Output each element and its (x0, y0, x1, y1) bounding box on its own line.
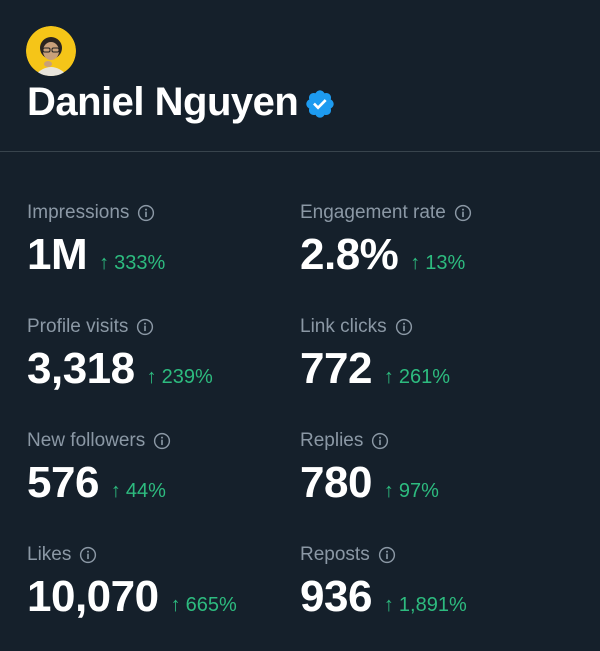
metric-change: ↑ 13% (410, 252, 465, 275)
metric-change: ↑ 239% (147, 366, 213, 389)
arrow-up-icon: ↑ (383, 366, 394, 388)
metric-value: 576 (27, 458, 99, 507)
metric-likes: Likes 10,070 ↑ 665% (27, 542, 297, 624)
metric-label: Profile visits (27, 316, 129, 337)
metric-label: Link clicks (300, 316, 387, 337)
name-row: Daniel Nguyen (27, 78, 336, 126)
change-value: 44% (125, 480, 166, 502)
metric-value: 780 (300, 458, 372, 507)
metric-change: ↑ 333% (99, 252, 165, 275)
metric-label: Likes (27, 544, 72, 565)
change-value: 239% (161, 366, 213, 388)
metric-value: 10,070 (27, 572, 159, 621)
arrow-up-icon: ↑ (383, 480, 394, 502)
metric-impressions: Impressions 1M ↑ 333% (27, 200, 297, 282)
metric-label: New followers (27, 430, 146, 451)
change-value: 1,891% (398, 594, 467, 616)
metric-value: 772 (300, 344, 372, 393)
metric-change: ↑ 261% (384, 366, 450, 389)
metric-value: 1M (27, 230, 88, 279)
arrow-up-icon: ↑ (383, 594, 394, 616)
verified-badge-icon (306, 90, 335, 118)
change-value: 665% (185, 594, 237, 616)
metric-label: Engagement rate (300, 202, 446, 223)
arrow-up-icon: ↑ (410, 252, 421, 274)
change-value: 333% (114, 252, 166, 274)
info-circle-icon[interactable] (153, 432, 171, 450)
profile-header: Daniel Nguyen (0, 0, 600, 152)
metric-replies: Replies 780 ↑ 97% (300, 428, 570, 510)
info-circle-icon[interactable] (371, 432, 389, 450)
arrow-up-icon: ↑ (110, 480, 121, 502)
info-circle-icon[interactable] (137, 204, 155, 222)
display-name[interactable]: Daniel Nguyen (27, 78, 299, 126)
info-circle-icon[interactable] (454, 204, 472, 222)
metric-profile-visits: Profile visits 3,318 ↑ 239% (27, 314, 297, 396)
info-circle-icon[interactable] (136, 318, 154, 336)
metric-value: 936 (300, 572, 372, 621)
info-circle-icon[interactable] (378, 546, 396, 564)
avatar[interactable] (26, 26, 76, 76)
metric-change: ↑ 665% (171, 594, 237, 617)
metric-label: Reposts (300, 544, 370, 565)
metric-change: ↑ 1,891% (384, 594, 467, 617)
metric-label: Impressions (27, 202, 130, 223)
metric-link-clicks: Link clicks 772 ↑ 261% (300, 314, 570, 396)
arrow-up-icon: ↑ (99, 252, 110, 274)
metric-reposts: Reposts 936 ↑ 1,891% (300, 542, 570, 624)
metric-value: 3,318 (27, 344, 135, 393)
metric-engagement-rate: Engagement rate 2.8% ↑ 13% (300, 200, 570, 282)
header-divider (0, 151, 600, 152)
arrow-up-icon: ↑ (146, 366, 157, 388)
info-circle-icon[interactable] (79, 546, 97, 564)
metric-value: 2.8% (300, 230, 399, 279)
arrow-up-icon: ↑ (170, 594, 181, 616)
metric-change: ↑ 97% (384, 480, 439, 503)
change-value: 13% (425, 252, 466, 274)
change-value: 261% (398, 366, 451, 388)
metric-new-followers: New followers 576 ↑ 44% (27, 428, 297, 510)
info-circle-icon[interactable] (395, 318, 413, 336)
change-value: 97% (398, 480, 439, 502)
metric-change: ↑ 44% (111, 480, 166, 503)
metric-label: Replies (300, 430, 364, 451)
